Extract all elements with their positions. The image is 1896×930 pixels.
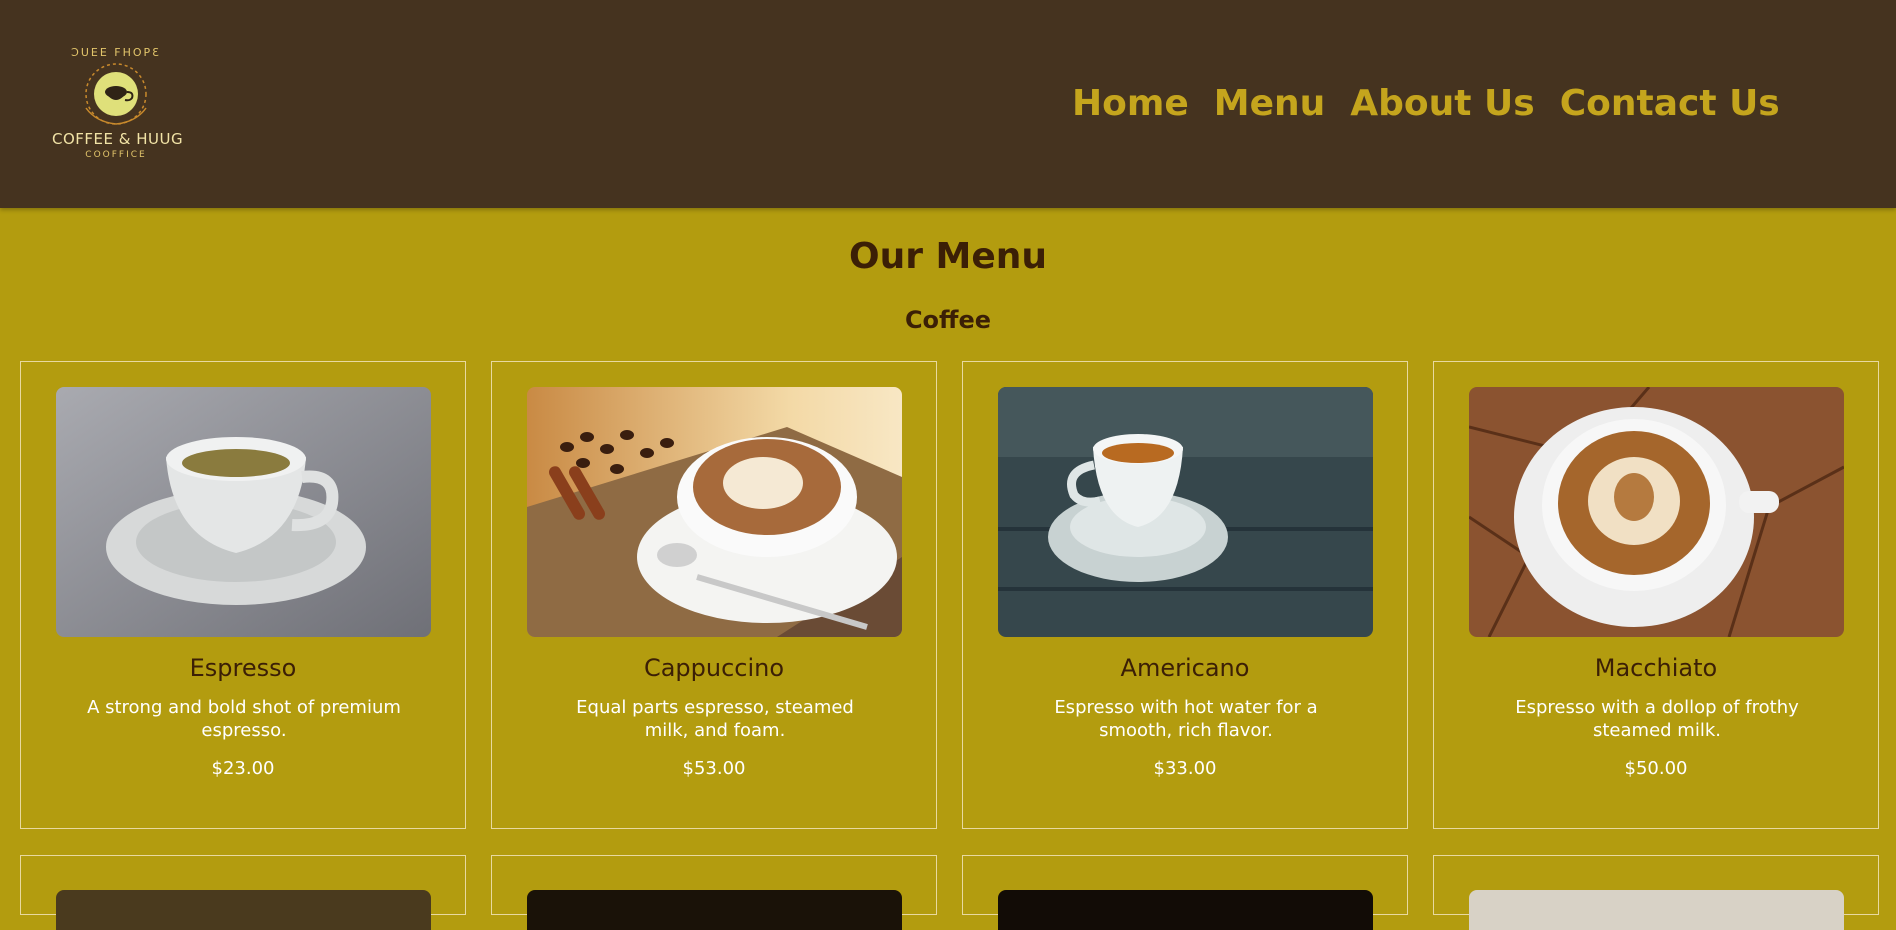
menu-card-cappuccino[interactable]: Cappuccino Equal parts espresso, steamed… bbox=[491, 361, 937, 829]
menu-grid: Espresso A strong and bold shot of premi… bbox=[0, 0, 1896, 930]
menu-card[interactable] bbox=[20, 855, 466, 930]
menu-card-americano[interactable]: Americano Espresso with hot water for a … bbox=[962, 361, 1408, 829]
item-price: $53.00 bbox=[682, 758, 746, 779]
item-name: Cappuccino bbox=[643, 654, 785, 682]
menu-card[interactable] bbox=[491, 855, 937, 930]
item-price: $50.00 bbox=[1624, 758, 1688, 779]
item-description: Espresso with a dollop of frothy steamed… bbox=[1515, 697, 1799, 741]
americano-image bbox=[998, 387, 1373, 637]
item-description: Espresso with hot water for a smooth, ri… bbox=[1054, 697, 1318, 741]
item-image bbox=[527, 890, 902, 930]
menu-card[interactable] bbox=[962, 855, 1408, 930]
item-price: $33.00 bbox=[1153, 758, 1217, 779]
item-name: Americano bbox=[1120, 654, 1250, 682]
item-price: $23.00 bbox=[211, 758, 275, 779]
espresso-image bbox=[56, 387, 431, 637]
menu-card[interactable] bbox=[1433, 855, 1879, 930]
menu-card-espresso[interactable]: Espresso A strong and bold shot of premi… bbox=[20, 361, 466, 829]
item-name: Macchiato bbox=[1594, 654, 1718, 682]
item-image bbox=[56, 890, 431, 930]
item-image bbox=[998, 890, 1373, 930]
cappuccino-image bbox=[527, 387, 902, 637]
menu-card-macchiato[interactable]: Macchiato Espresso with a dollop of frot… bbox=[1433, 361, 1879, 829]
item-name: Espresso bbox=[189, 654, 297, 682]
item-image bbox=[1469, 890, 1844, 930]
item-description: Equal parts espresso, steamed milk, and … bbox=[576, 697, 854, 741]
macchiato-image bbox=[1469, 387, 1844, 637]
item-description: A strong and bold shot of premium espres… bbox=[87, 697, 401, 741]
